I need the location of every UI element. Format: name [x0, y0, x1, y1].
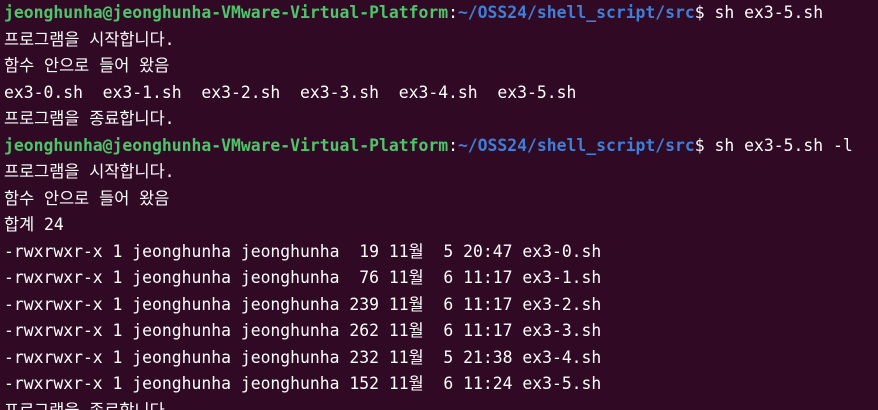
prompt-path: ~/OSS24/shell_script/src — [457, 135, 695, 155]
output-line: ex3-0.sh ex3-1.sh ex3-2.sh ex3-3.sh ex3-… — [4, 82, 577, 102]
listing-row: -rwxrwxr-x 1 jeonghunha jeonghunha 76 11… — [4, 268, 602, 287]
prompt-user-host: jeonghunha@jeonghunha-VMware-Virtual-Pla… — [4, 135, 449, 155]
listing-row: -rwxrwxr-x 1 jeonghunha jeonghunha 232 1… — [4, 347, 602, 367]
listing-row: -rwxrwxr-x 1 jeonghunha jeonghunha 19 11… — [4, 241, 602, 261]
command-text: sh ex3-5.sh -l — [714, 135, 853, 155]
listing-row: -rwxrwxr-x 1 jeonghunha jeonghunha 152 1… — [4, 374, 602, 393]
output-line: 프로그램을 시작합니다. — [4, 29, 175, 49]
prompt-user-host: jeonghunha@jeonghunha-VMware-Virtual-Pla… — [4, 3, 449, 22]
prompt-dollar: $ — [694, 135, 715, 155]
output-line: 프로그램을 시작합니다. — [4, 162, 175, 181]
command-text: sh ex3-5.sh — [714, 3, 824, 22]
prompt-line-2: jeonghunha@jeonghunha-VMware-Virtual-Pla… — [4, 133, 878, 160]
prompt-dollar: $ — [694, 3, 715, 22]
prompt-separator: : — [448, 3, 458, 22]
output-line: 함수 안으로 들어 왔음 — [4, 188, 170, 208]
listing-total: 합계 24 — [4, 215, 64, 234]
output-line: 프로그램을 종료합니다. — [4, 109, 175, 128]
prompt-path: ~/OSS24/shell_script/src — [457, 3, 695, 22]
output-line: 프로그램을 종료합니다. — [4, 400, 175, 410]
prompt-line-1: jeonghunha@jeonghunha-VMware-Virtual-Pla… — [4, 0, 878, 27]
prompt-separator: : — [448, 135, 458, 155]
listing-row: -rwxrwxr-x 1 jeonghunha jeonghunha 239 1… — [4, 294, 602, 314]
output-line: 함수 안으로 들어 왔음 — [4, 56, 170, 75]
listing-row: -rwxrwxr-x 1 jeonghunha jeonghunha 262 1… — [4, 321, 602, 340]
terminal-window[interactable]: jeonghunha@jeonghunha-VMware-Virtual-Pla… — [0, 0, 878, 410]
